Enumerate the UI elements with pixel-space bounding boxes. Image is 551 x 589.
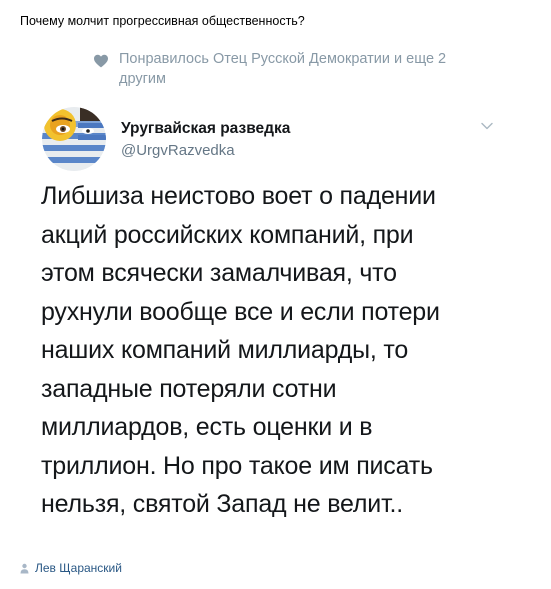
post-author-name[interactable]: Лев Щаранский [35,560,122,576]
liked-by-text: Понравилось Отец Русской Демократии и ещ… [119,51,447,87]
user-icon [20,563,29,573]
liked-by-row: Понравилось Отец Русской Демократии и ещ… [93,49,483,89]
tweet-body: Либшиза неистово воет о падении акций ро… [41,182,440,518]
tweet-screenshot[interactable]: Понравилось Отец Русской Демократии и ещ… [20,37,551,549]
author-name[interactable]: Уругвайская разведка [121,119,290,139]
avatar[interactable] [42,107,106,171]
avatar-image [42,107,106,171]
heart-icon [94,54,108,68]
post-text: Почему молчит прогрессивная общественнос… [20,14,305,28]
chevron-down-icon[interactable] [480,119,494,133]
author-handle[interactable]: @UrgvRazvedka [121,141,235,161]
post-author-link[interactable]: Лев Щаранский [20,560,122,576]
